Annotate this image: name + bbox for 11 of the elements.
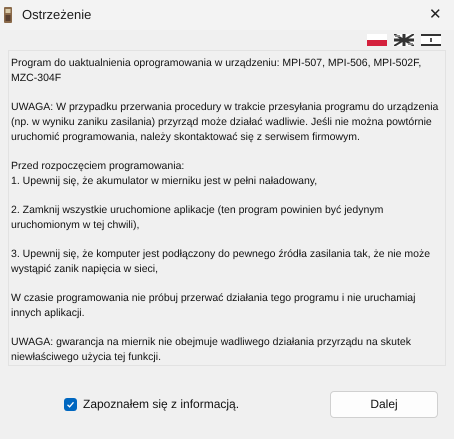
message-paragraph: W czasie programowania nie próbuj przerwać działania tego programu i nie uruchamiaj innych aplikacji.: [11, 291, 416, 321]
window-title: Ostrzeżenie: [22, 6, 92, 24]
message-paragraph: 2. Zamknij wszystkie uruchomione aplikacje (ten program powinien być jedynym uruchomionym w tej chwili),: [11, 203, 384, 233]
message-paragraph: UWAGA: W przypadku przerwania procedury w trakcie przesyłania programu do urządzenia (np. w wyniku zaniku zasilania) przyrząd może działać wadliwie. Jeśli nie można powtórnie uruchomić programowania, należy skontaktować się z serwisem firmowym.: [11, 100, 440, 145]
close-button[interactable]: ✕: [429, 4, 442, 26]
checkbox-label: Zapoznałem się z informacją.: [83, 396, 240, 413]
next-button[interactable]: Dalej: [330, 390, 438, 418]
message-paragraph: 3. Upewnij się, że komputer jest podłączony do pewnego źródła zasilania tak, że nie może wystąpić zanik napięcia w sieci,: [11, 247, 432, 277]
message-paragraph: Program do uaktualnienia oprogramowania w urządzeniu: MPI-507, MPI-506, MPI-502F, MZC-304F: [11, 56, 422, 86]
message-paragraph: Przed rozpoczęciem programowania: 1. Upewnij się, że akumulator w mierniku jest w pełni naładowany,: [11, 159, 318, 189]
message-paragraph: UWAGA: gwarancja na miernik nie obejmuje wadliwego działania przyrządu na skutek niewłaściwego użycia tej funkcji.: [11, 335, 412, 365]
